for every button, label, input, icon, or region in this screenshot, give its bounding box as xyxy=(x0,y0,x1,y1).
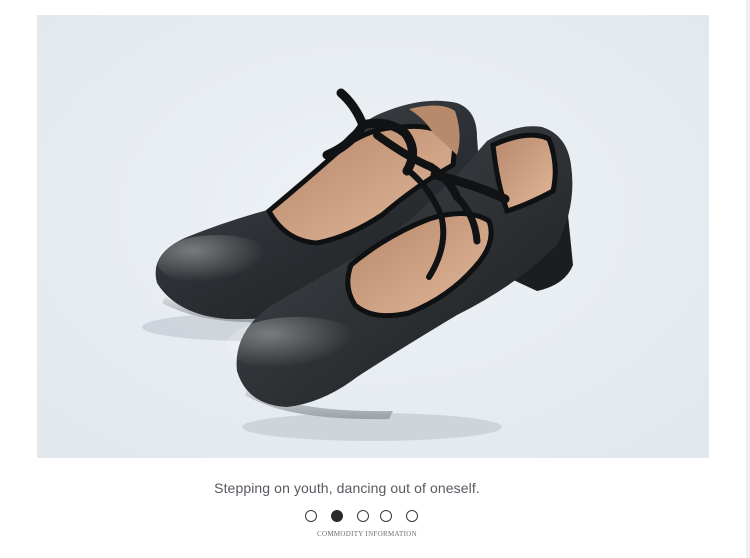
carousel-dot-5[interactable] xyxy=(406,510,418,522)
carousel-dots xyxy=(305,508,418,524)
section-caption: COMMODITY INFORMATION xyxy=(317,530,417,538)
tap-shoes-image xyxy=(37,15,709,458)
product-tagline: Stepping on youth, dancing out of onesel… xyxy=(214,480,480,496)
carousel-dot-3[interactable] xyxy=(357,510,369,522)
product-photo xyxy=(37,15,709,458)
carousel-dot-4[interactable] xyxy=(380,510,392,522)
carousel-dot-2-active[interactable] xyxy=(331,510,343,522)
carousel-dot-1[interactable] xyxy=(305,510,317,522)
page-edge-strip xyxy=(746,0,750,558)
